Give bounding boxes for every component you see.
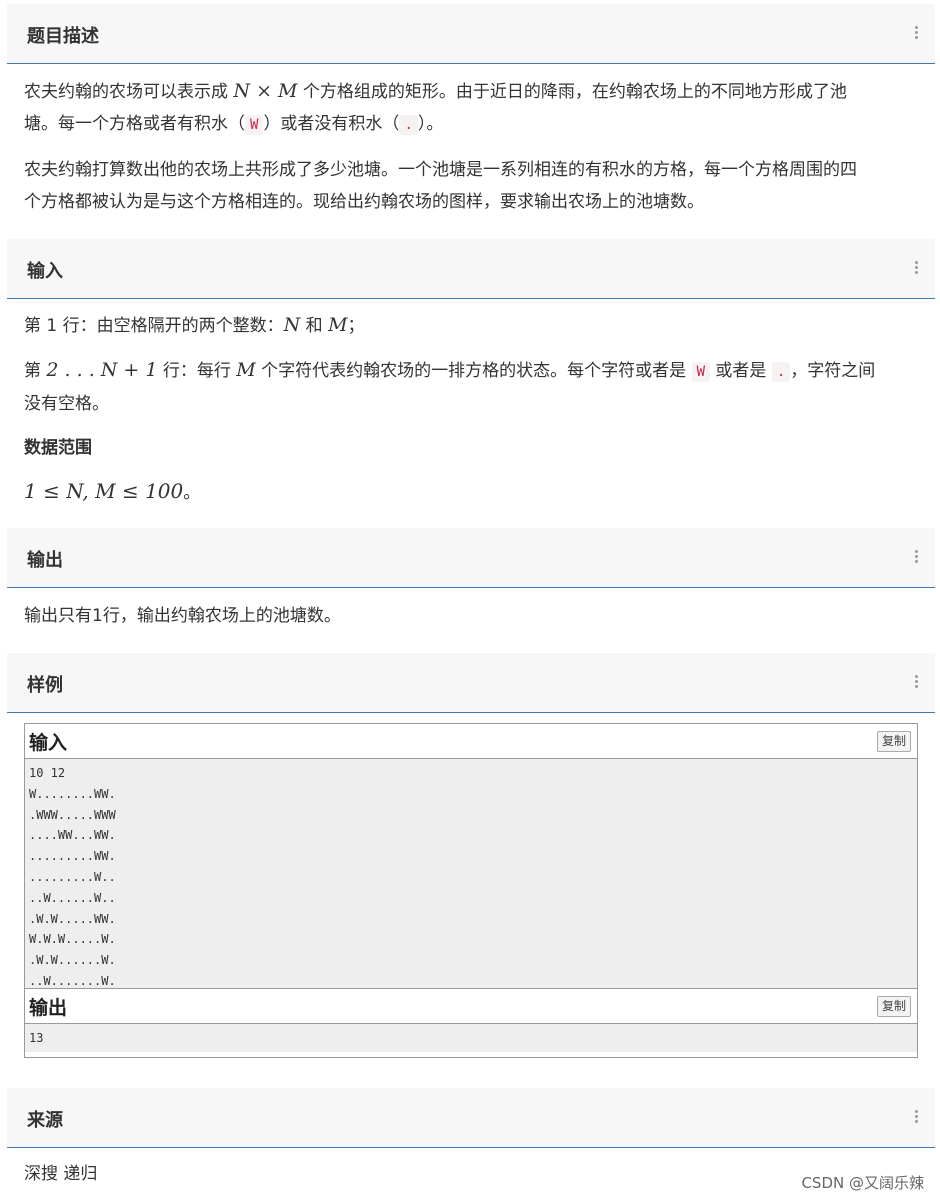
sample-box: 输入 复制 10 12 W........WW. .WWW.....WWW ..… [24,723,918,1058]
section-header-source: 来源 [7,1088,935,1148]
data-range-title: 数据范围 [24,438,92,458]
input-line-2: 第 2 . . . N + 1 行：每行 M 个字符代表约翰农场的一排方格的状态… [24,359,876,414]
section-title-source: 来源 [27,1110,63,1131]
input-line-1: 第 1 行：由空格隔开的两个整数：N 和 M； [24,314,365,336]
more-options-icon[interactable] [913,261,919,274]
section-title-input: 输入 [27,261,63,282]
section-header-description: 题目描述 [7,4,935,64]
section-title-sample: 样例 [27,675,63,696]
sample-output-header: 输出 复制 [25,988,917,1024]
description-paragraph-1: 农夫约翰的农场可以表示成 N × M 个方格组成的矩形。由于近日的降雨，在约翰农… [24,80,847,135]
sample-input-label: 输入 [29,732,68,754]
copy-output-button[interactable]: 复制 [876,996,911,1017]
code-dot: . [399,115,418,135]
section-header-input: 输入 [7,239,935,299]
code-w: W [245,115,264,135]
data-range-expression: 1 ≤ N, M ≤ 100。 [24,479,201,503]
more-options-icon[interactable] [913,26,919,39]
description-paragraph-2: 农夫约翰打算数出他的农场上共形成了多少池塘。一个池塘是一系列相连的有积水的方格，… [24,160,857,212]
more-options-icon[interactable] [913,1110,919,1123]
sample-input-text: 10 12 W........WW. .WWW.....WWW ....WW..… [25,759,917,988]
output-description: 输出只有1行，输出约翰农场上的池塘数。 [24,606,341,626]
csdn-watermark: CSDN @又阔乐辣 [801,1174,924,1192]
sample-output-label: 输出 [29,997,68,1019]
more-options-icon[interactable] [913,550,919,563]
section-title-description: 题目描述 [27,26,99,47]
code-w: W [691,362,711,382]
section-header-sample: 样例 [7,653,935,713]
more-options-icon[interactable] [913,675,919,688]
section-header-output: 输出 [7,528,935,588]
section-title-output: 输出 [27,550,63,571]
sample-input-header: 输入 复制 [25,724,917,759]
code-dot: . [771,362,791,382]
copy-input-button[interactable]: 复制 [876,731,911,752]
source-tags: 深搜 递归 [24,1164,98,1184]
sample-output-text: 13 [25,1024,917,1052]
